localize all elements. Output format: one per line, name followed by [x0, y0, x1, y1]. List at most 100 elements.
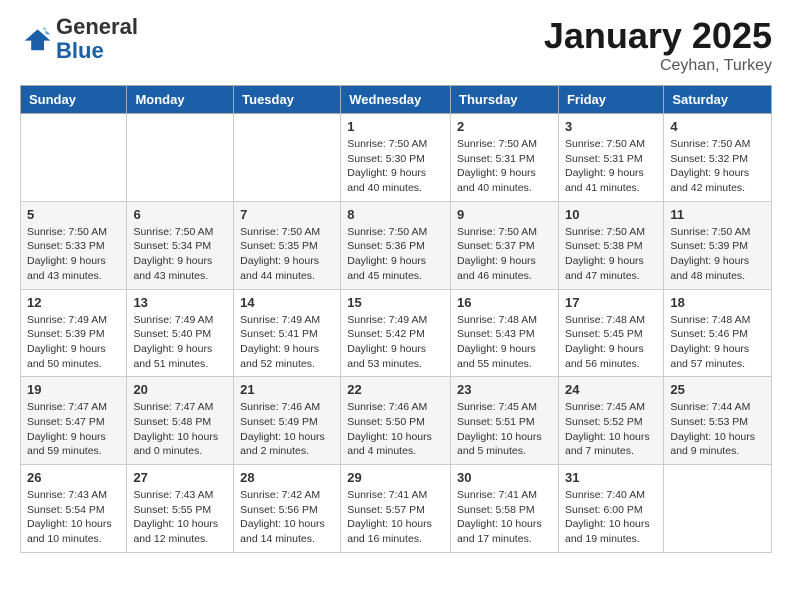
calendar-cell: 15Sunrise: 7:49 AM Sunset: 5:42 PM Dayli…: [341, 289, 451, 377]
day-number: 1: [347, 119, 444, 134]
day-number: 18: [670, 295, 765, 310]
calendar-cell: 9 Sunrise: 7:50 AM Sunset: 5:37 PM Daylig…: [451, 201, 559, 289]
day-number: 23: [457, 382, 552, 397]
day-number: 8: [347, 207, 444, 222]
calendar-cell: 14Sunrise: 7:49 AM Sunset: 5:41 PM Dayli…: [234, 289, 341, 377]
day-number: 17: [565, 295, 657, 310]
calendar-cell: 27Sunrise: 7:43 AM Sunset: 5:55 PM Dayli…: [127, 465, 234, 553]
calendar-day-header: Thursday: [451, 86, 559, 114]
day-number: 5: [27, 207, 120, 222]
calendar-cell: 21 Sunrise: 7:46 AM Sunset: 5:49 PM Dayli…: [234, 377, 341, 465]
calendar-cell: [234, 114, 341, 202]
day-info: Sunrise: 7:41 AM Sunset: 5:57 PM Dayligh…: [347, 488, 444, 547]
day-info: Sunrise: 7:47 AM Sunset: 5:48 PM Dayligh…: [133, 400, 227, 459]
day-info: Sunrise: 7:50 AM Sunset: 5:33 PM Dayligh…: [27, 225, 120, 284]
day-info: Sunrise: 7:47 AM Sunset: 5:47 PM Dayligh…: [27, 400, 120, 459]
day-info: Sunrise: 7:50 AM Sunset: 5:38 PM Dayligh…: [565, 225, 657, 284]
day-info: Sunrise: 7:41 AM Sunset: 5:58 PM Dayligh…: [457, 488, 552, 547]
logo-icon: [20, 23, 52, 55]
header: General Blue January 2025 Ceyhan, Turkey: [20, 15, 772, 75]
day-number: 20: [133, 382, 227, 397]
logo-general: General: [56, 14, 138, 39]
day-info: Sunrise: 7:48 AM Sunset: 5:43 PM Dayligh…: [457, 313, 552, 372]
calendar-cell: 2Sunrise: 7:50 AM Sunset: 5:31 PM Daylig…: [451, 114, 559, 202]
day-number: 30: [457, 470, 552, 485]
day-number: 31: [565, 470, 657, 485]
calendar-header-row: SundayMondayTuesdayWednesdayThursdayFrid…: [21, 86, 772, 114]
logo: General Blue: [20, 15, 138, 63]
calendar-cell: 4 Sunrise: 7:50 AM Sunset: 5:32 PM Daylig…: [664, 114, 772, 202]
calendar-cell: 29 Sunrise: 7:41 AM Sunset: 5:57 PM Dayli…: [341, 465, 451, 553]
calendar-cell: 6 Sunrise: 7:50 AM Sunset: 5:34 PM Daylig…: [127, 201, 234, 289]
day-info: Sunrise: 7:45 AM Sunset: 5:52 PM Dayligh…: [565, 400, 657, 459]
calendar-cell: [127, 114, 234, 202]
calendar-cell: 19Sunrise: 7:47 AM Sunset: 5:47 PM Dayli…: [21, 377, 127, 465]
day-info: Sunrise: 7:50 AM Sunset: 5:32 PM Dayligh…: [670, 137, 765, 196]
calendar-cell: 23Sunrise: 7:45 AM Sunset: 5:51 PM Dayli…: [451, 377, 559, 465]
day-info: Sunrise: 7:49 AM Sunset: 5:39 PM Dayligh…: [27, 313, 120, 372]
calendar-cell: 11 Sunrise: 7:50 AM Sunset: 5:39 PM Dayli…: [664, 201, 772, 289]
day-number: 4: [670, 119, 765, 134]
calendar-cell: 10Sunrise: 7:50 AM Sunset: 5:38 PM Dayli…: [558, 201, 663, 289]
calendar-cell: 13Sunrise: 7:49 AM Sunset: 5:40 PM Dayli…: [127, 289, 234, 377]
day-number: 27: [133, 470, 227, 485]
day-number: 21: [240, 382, 334, 397]
calendar-cell: 17 Sunrise: 7:48 AM Sunset: 5:45 PM Dayli…: [558, 289, 663, 377]
calendar-cell: 20 Sunrise: 7:47 AM Sunset: 5:48 PM Dayli…: [127, 377, 234, 465]
calendar-day-header: Friday: [558, 86, 663, 114]
day-info: Sunrise: 7:50 AM Sunset: 5:30 PM Dayligh…: [347, 137, 444, 196]
calendar-cell: 31 Sunrise: 7:40 AM Sunset: 6:00 PM Dayli…: [558, 465, 663, 553]
day-number: 29: [347, 470, 444, 485]
day-info: Sunrise: 7:50 AM Sunset: 5:31 PM Dayligh…: [565, 137, 657, 196]
calendar-week-row: 19Sunrise: 7:47 AM Sunset: 5:47 PM Dayli…: [21, 377, 772, 465]
day-info: Sunrise: 7:48 AM Sunset: 5:45 PM Dayligh…: [565, 313, 657, 372]
day-info: Sunrise: 7:49 AM Sunset: 5:42 PM Dayligh…: [347, 313, 444, 372]
day-info: Sunrise: 7:48 AM Sunset: 5:46 PM Dayligh…: [670, 313, 765, 372]
day-number: 28: [240, 470, 334, 485]
calendar-day-header: Wednesday: [341, 86, 451, 114]
day-info: Sunrise: 7:50 AM Sunset: 5:34 PM Dayligh…: [133, 225, 227, 284]
calendar-cell: 8 Sunrise: 7:50 AM Sunset: 5:36 PM Daylig…: [341, 201, 451, 289]
calendar-cell: 12Sunrise: 7:49 AM Sunset: 5:39 PM Dayli…: [21, 289, 127, 377]
calendar-cell: 28 Sunrise: 7:42 AM Sunset: 5:56 PM Dayli…: [234, 465, 341, 553]
day-info: Sunrise: 7:50 AM Sunset: 5:39 PM Dayligh…: [670, 225, 765, 284]
title-block: January 2025 Ceyhan, Turkey: [544, 15, 772, 75]
calendar-week-row: 1 Sunrise: 7:50 AM Sunset: 5:30 PM Daylig…: [21, 114, 772, 202]
calendar-cell: 3Sunrise: 7:50 AM Sunset: 5:31 PM Daylig…: [558, 114, 663, 202]
calendar-day-header: Saturday: [664, 86, 772, 114]
day-info: Sunrise: 7:46 AM Sunset: 5:49 PM Dayligh…: [240, 400, 334, 459]
calendar-cell: 24 Sunrise: 7:45 AM Sunset: 5:52 PM Dayli…: [558, 377, 663, 465]
day-number: 14: [240, 295, 334, 310]
calendar-cell: 26 Sunrise: 7:43 AM Sunset: 5:54 PM Dayli…: [21, 465, 127, 553]
calendar-cell: [664, 465, 772, 553]
calendar-cell: [21, 114, 127, 202]
day-info: Sunrise: 7:42 AM Sunset: 5:56 PM Dayligh…: [240, 488, 334, 547]
calendar-day-header: Sunday: [21, 86, 127, 114]
day-number: 7: [240, 207, 334, 222]
day-number: 22: [347, 382, 444, 397]
day-info: Sunrise: 7:44 AM Sunset: 5:53 PM Dayligh…: [670, 400, 765, 459]
calendar-day-header: Monday: [127, 86, 234, 114]
calendar-week-row: 5 Sunrise: 7:50 AM Sunset: 5:33 PM Daylig…: [21, 201, 772, 289]
day-info: Sunrise: 7:50 AM Sunset: 5:37 PM Dayligh…: [457, 225, 552, 284]
calendar-cell: 7Sunrise: 7:50 AM Sunset: 5:35 PM Daylig…: [234, 201, 341, 289]
day-number: 13: [133, 295, 227, 310]
location: Ceyhan, Turkey: [544, 57, 772, 75]
page: General Blue January 2025 Ceyhan, Turkey…: [0, 0, 792, 568]
day-info: Sunrise: 7:46 AM Sunset: 5:50 PM Dayligh…: [347, 400, 444, 459]
calendar-day-header: Tuesday: [234, 86, 341, 114]
calendar-cell: 16Sunrise: 7:48 AM Sunset: 5:43 PM Dayli…: [451, 289, 559, 377]
day-info: Sunrise: 7:50 AM Sunset: 5:36 PM Dayligh…: [347, 225, 444, 284]
day-info: Sunrise: 7:43 AM Sunset: 5:54 PM Dayligh…: [27, 488, 120, 547]
day-info: Sunrise: 7:40 AM Sunset: 6:00 PM Dayligh…: [565, 488, 657, 547]
day-number: 26: [27, 470, 120, 485]
day-number: 11: [670, 207, 765, 222]
day-number: 24: [565, 382, 657, 397]
calendar-cell: 22 Sunrise: 7:46 AM Sunset: 5:50 PM Dayli…: [341, 377, 451, 465]
day-number: 25: [670, 382, 765, 397]
calendar-cell: 30 Sunrise: 7:41 AM Sunset: 5:58 PM Dayli…: [451, 465, 559, 553]
calendar-cell: 1 Sunrise: 7:50 AM Sunset: 5:30 PM Daylig…: [341, 114, 451, 202]
day-number: 6: [133, 207, 227, 222]
day-number: 9: [457, 207, 552, 222]
calendar-week-row: 26 Sunrise: 7:43 AM Sunset: 5:54 PM Dayli…: [21, 465, 772, 553]
